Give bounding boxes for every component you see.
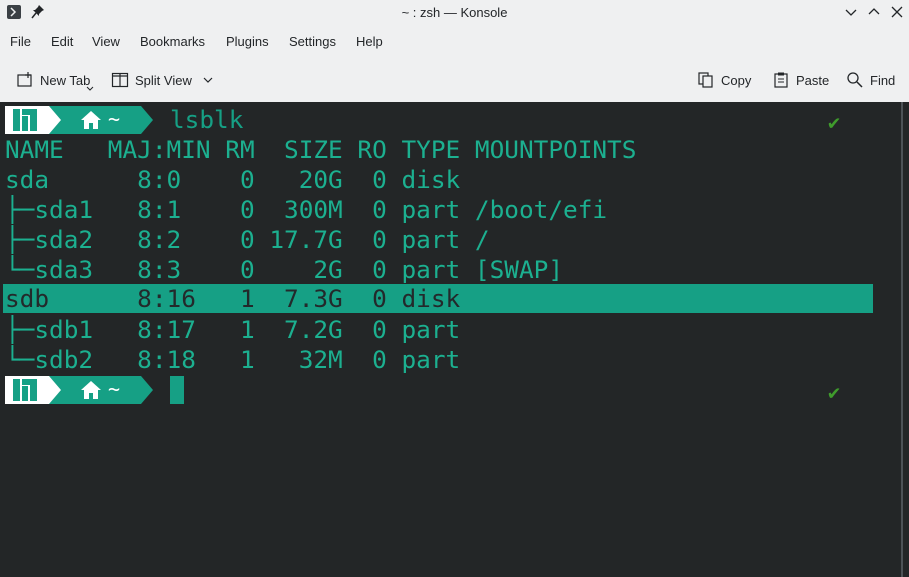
- status-check-icon: ✔: [828, 110, 841, 134]
- command-text: lsblk: [170, 105, 244, 134]
- terminal-icon[interactable]: [7, 5, 21, 19]
- output-row: sdb 8:16 1 7.3G 0 disk: [5, 284, 461, 313]
- prompt-dir: ~: [108, 377, 121, 401]
- copy-label: Copy: [721, 72, 752, 88]
- output-header: NAME MAJ:MIN RM SIZE RO TYPE MOUNTPOINTS: [5, 135, 637, 164]
- prompt-dir: ~: [108, 107, 121, 131]
- manjaro-logo-icon: [13, 109, 37, 131]
- split-view-label: Split View: [135, 72, 192, 88]
- chevron-down-icon: [86, 86, 94, 91]
- new-tab-icon: [17, 72, 32, 87]
- text-cursor: [170, 376, 184, 404]
- new-tab-label: New Tab: [40, 72, 91, 88]
- terminal-view[interactable]: ~ lsblk ✔ NAME MAJ:MIN RM SIZE RO TYPE M…: [0, 102, 909, 577]
- maximize-icon[interactable]: [866, 4, 882, 20]
- title-bar: ~ : zsh — Konsole: [0, 0, 909, 26]
- menu-edit[interactable]: Edit: [51, 34, 73, 49]
- split-view-button[interactable]: Split View: [111, 62, 214, 98]
- menu-view[interactable]: View: [92, 34, 120, 49]
- close-icon[interactable]: [889, 4, 905, 20]
- search-icon: [847, 72, 863, 88]
- selected-output-row: sdb 8:16 1 7.3G 0 disk: [3, 284, 873, 313]
- window-title: ~ : zsh — Konsole: [401, 5, 508, 20]
- copy-button[interactable]: Copy: [697, 62, 751, 98]
- toolbar: New Tab Split View Copy Paste Find: [0, 62, 909, 98]
- pin-icon[interactable]: [31, 4, 45, 20]
- output-row: └─sdb2 8:18 1 32M 0 part: [5, 345, 461, 374]
- output-row: sda 8:0 0 20G 0 disk: [5, 165, 461, 194]
- paste-icon: [774, 72, 788, 88]
- find-button[interactable]: Find: [846, 62, 895, 98]
- find-label: Find: [870, 72, 896, 88]
- output-row: ├─sdb1 8:17 1 7.2G 0 part: [5, 315, 461, 344]
- menu-help[interactable]: Help: [356, 34, 383, 49]
- menu-file[interactable]: File: [10, 34, 31, 49]
- menu-settings[interactable]: Settings: [289, 34, 336, 49]
- minimize-icon[interactable]: [843, 4, 859, 20]
- status-check-icon: ✔: [828, 380, 841, 404]
- split-view-icon: [111, 72, 129, 88]
- output-row: └─sda3 8:3 0 2G 0 part [SWAP]: [5, 255, 564, 284]
- menu-plugins[interactable]: Plugins: [226, 34, 269, 49]
- scrollbar[interactable]: [901, 102, 903, 577]
- new-tab-button[interactable]: New Tab: [16, 62, 94, 98]
- paste-label: Paste: [796, 72, 830, 88]
- home-icon: [81, 381, 101, 399]
- output-row: ├─sda1 8:1 0 300M 0 part /boot/efi: [5, 195, 608, 224]
- paste-button[interactable]: Paste: [772, 62, 829, 98]
- manjaro-logo-icon: [13, 379, 37, 401]
- chevron-down-icon: [203, 77, 213, 83]
- home-icon: [81, 111, 101, 129]
- output-row: ├─sda2 8:2 0 17.7G 0 part /: [5, 225, 490, 254]
- menu-bookmarks[interactable]: Bookmarks: [140, 34, 205, 49]
- copy-icon: [698, 72, 713, 88]
